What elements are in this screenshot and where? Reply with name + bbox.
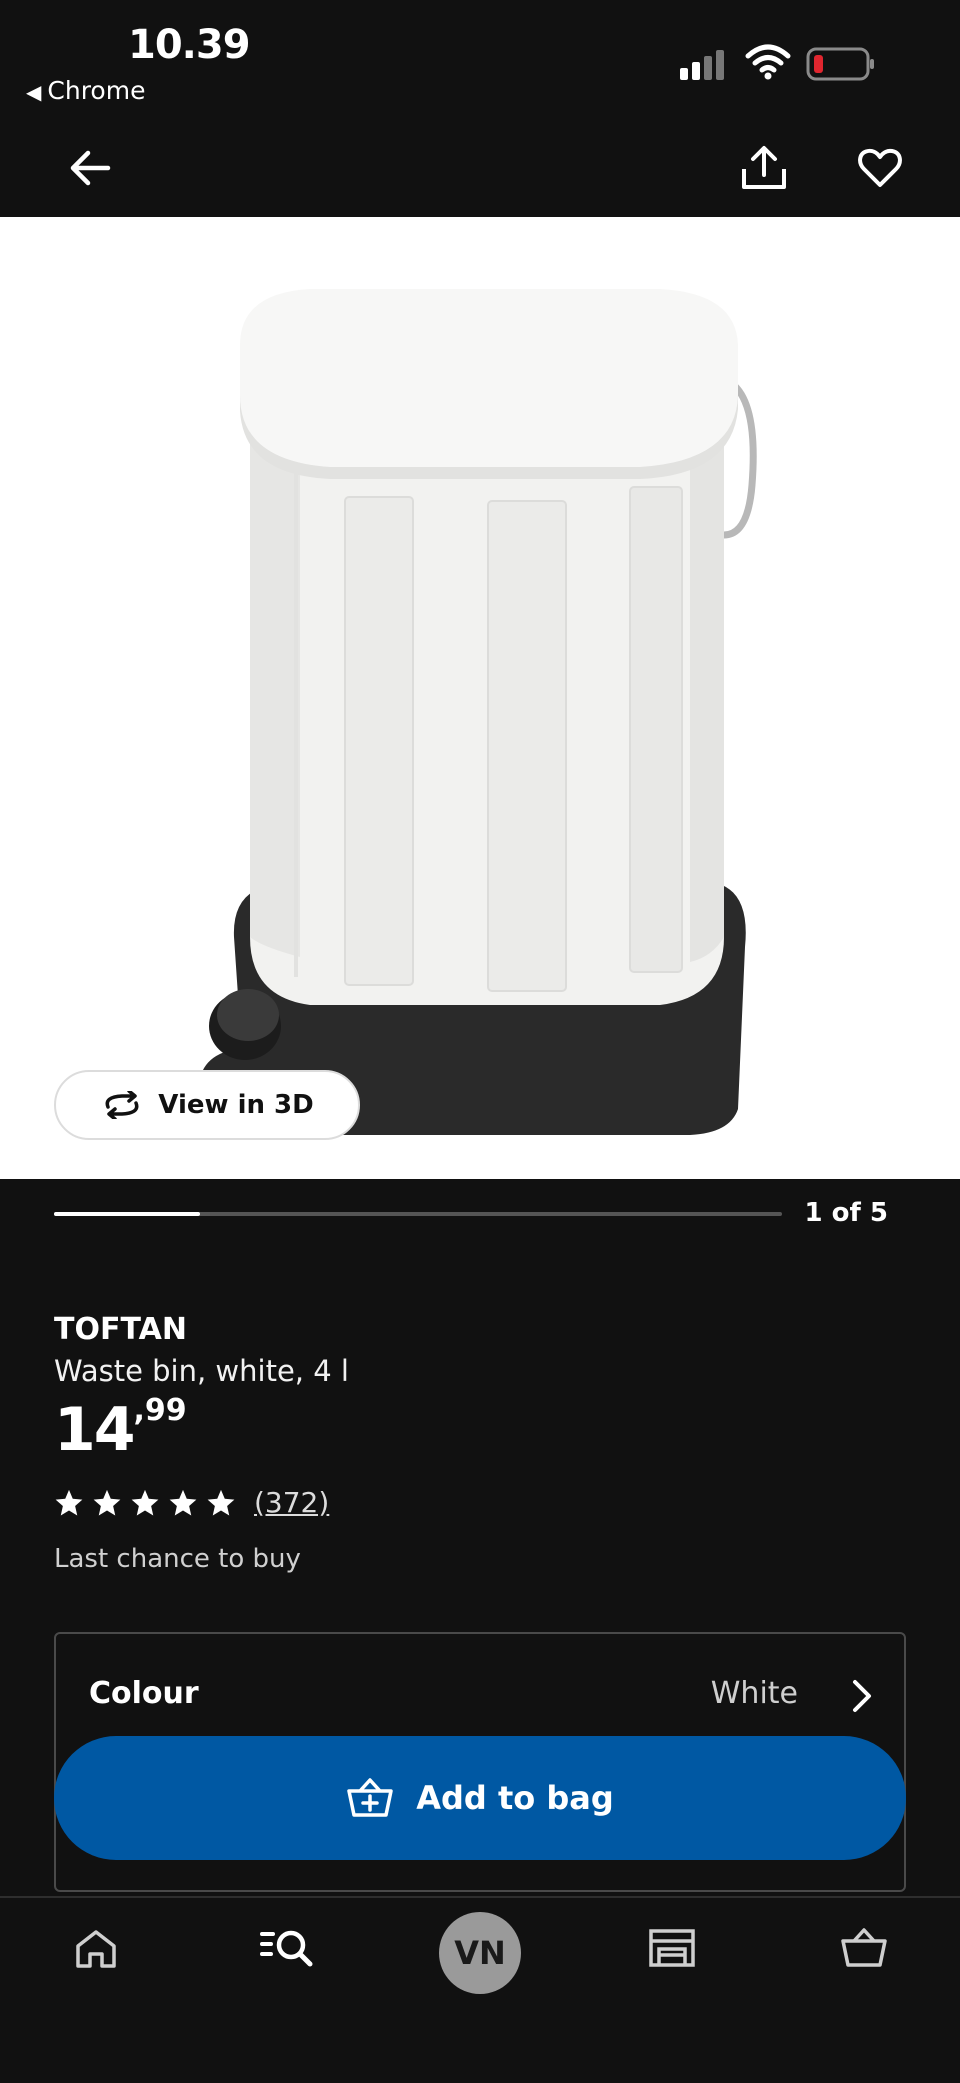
gallery-progress-track [54,1212,782,1216]
view-in-3d-label: View in 3D [158,1090,314,1120]
gallery-counter: 1 of 5 [804,1198,888,1228]
back-app-label: Chrome [47,76,146,105]
cellular-signal-icon [680,50,724,80]
colour-label: Colour [89,1676,199,1711]
back-button[interactable] [50,128,130,208]
battery-low-icon [806,47,874,81]
star-icon [169,1489,197,1516]
status-time: 10.39 [128,22,251,68]
nav-basket[interactable] [819,1918,909,1978]
back-triangle-icon: ◀ [26,80,42,104]
heart-outline-icon [858,148,902,187]
profile-avatar[interactable]: VN [439,1912,521,1994]
star-icon [131,1489,159,1516]
arrow-left-icon [70,150,111,186]
store-icon [649,1929,695,1967]
gallery-progress-fill [54,1212,200,1216]
basket-plus-icon [347,1778,393,1817]
availability-text: Last chance to buy [54,1544,301,1574]
product-description: Waste bin, white, 4 l [54,1354,349,1388]
waste-bin-image [198,289,757,1135]
add-to-bag-button[interactable]: Add to bag [54,1736,906,1860]
home-icon [76,1930,116,1968]
nav-search[interactable] [242,1918,332,1978]
chevron-right-icon[interactable] [846,1678,876,1714]
colour-value: White [710,1676,798,1711]
rating-stars [54,1488,236,1518]
nav-stores[interactable] [627,1918,717,1978]
star-icon [55,1489,83,1516]
back-to-app-link[interactable]: ◀ Chrome [26,76,145,105]
nav-home[interactable] [51,1918,141,1978]
price-integer: 14 [54,1395,135,1465]
share-icon [742,146,786,189]
product-price: 14,99 [54,1396,187,1461]
wifi-icon [745,44,791,80]
review-count-link[interactable]: (372) [254,1486,329,1519]
share-button[interactable] [724,128,804,208]
search-list-icon [260,1930,313,1967]
star-icon [207,1489,235,1516]
product-name: TOFTAN [54,1312,187,1347]
add-to-bag-label: Add to bag [416,1779,614,1817]
rotate-3d-icon [105,1091,139,1119]
basket-icon [841,1928,887,1967]
price-decimals: ,99 [133,1393,187,1428]
favourite-button[interactable] [840,128,920,208]
product-image[interactable] [0,217,960,1179]
view-in-3d-button[interactable]: View in 3D [54,1070,360,1140]
star-icon [93,1489,121,1516]
